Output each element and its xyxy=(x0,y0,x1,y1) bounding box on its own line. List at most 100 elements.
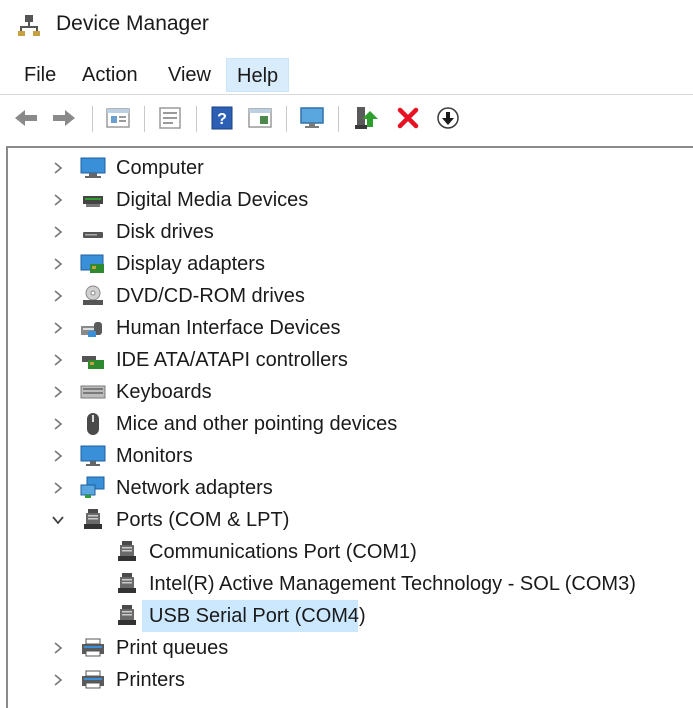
back-arrow-icon xyxy=(15,110,37,126)
tree-item-label: Disk drives xyxy=(116,221,214,243)
download-arrow-icon xyxy=(437,107,459,129)
tree-item-keyboards[interactable]: Keyboards xyxy=(8,376,693,408)
tree-item-ports[interactable]: Ports (COM & LPT) xyxy=(8,504,693,536)
title-bar: Device Manager xyxy=(0,0,693,54)
enable-device-icon xyxy=(355,107,378,129)
chevron-right-icon[interactable] xyxy=(50,672,66,688)
toolbar-separator xyxy=(286,106,287,132)
tree-item-display-adapters[interactable]: Display adapters xyxy=(8,248,693,280)
display-adapter-icon xyxy=(80,254,104,273)
tree-item-network-adapters[interactable]: Network adapters xyxy=(8,472,693,504)
update-driver-button[interactable] xyxy=(156,104,184,132)
network-adapter-icon xyxy=(80,476,105,498)
printer-icon xyxy=(82,670,104,689)
monitor-icon xyxy=(80,445,106,466)
monitor-scan-icon xyxy=(300,107,324,128)
tree-item-mice[interactable]: Mice and other pointing devices xyxy=(8,408,693,440)
tree-item-human-interface-devices[interactable]: Human Interface Devices xyxy=(8,312,693,344)
properties-icon xyxy=(106,108,130,128)
tree-item-label: Display adapters xyxy=(116,253,265,275)
toolbar-separator xyxy=(144,106,145,132)
dvd-drive-icon xyxy=(83,285,103,305)
tree-item-label: Computer xyxy=(116,157,204,179)
tree-item-disk-drives[interactable]: Disk drives xyxy=(8,216,693,248)
mouse-icon xyxy=(87,413,99,435)
forward-arrow-icon xyxy=(53,110,75,126)
menu-file[interactable]: File xyxy=(14,58,66,92)
tree-item-label: Ports (COM & LPT) xyxy=(116,509,290,531)
tree-item-label: Keyboards xyxy=(116,381,212,403)
chevron-right-icon[interactable] xyxy=(50,256,66,272)
menu-separator xyxy=(0,94,693,95)
menu-help[interactable]: Help xyxy=(226,58,290,92)
menu-action[interactable]: Action xyxy=(72,58,148,92)
tree-item-label: Printers xyxy=(116,669,185,691)
disk-drive-icon xyxy=(83,232,103,238)
ide-controller-icon xyxy=(82,356,104,369)
toolbar-separator xyxy=(196,106,197,132)
tree-item-usb-serial-port-com4[interactable]: USB Serial Port (COM4) xyxy=(8,600,693,632)
uninstall-x-icon xyxy=(397,107,419,129)
media-device-icon xyxy=(83,196,103,207)
chevron-down-icon[interactable] xyxy=(50,512,66,528)
forward-button[interactable] xyxy=(50,104,78,132)
tree-item-label: IDE ATA/ATAPI controllers xyxy=(116,349,348,371)
device-tree[interactable]: Computer Digital Media Devices Disk driv… xyxy=(6,146,693,708)
port-connector-icon xyxy=(84,509,102,529)
tree-item-print-queues[interactable]: Print queues xyxy=(8,632,693,664)
tree-item-label: Digital Media Devices xyxy=(116,189,309,211)
tree-item-communications-port-com1[interactable]: Communications Port (COM1) xyxy=(8,536,693,568)
tree-item-label: Network adapters xyxy=(116,477,273,499)
tree-item-digital-media-devices[interactable]: Digital Media Devices xyxy=(8,184,693,216)
serial-port-icon xyxy=(118,541,136,561)
action-pane-button[interactable] xyxy=(246,104,274,132)
toolbar-separator xyxy=(92,106,93,132)
tree-item-label: Monitors xyxy=(116,445,193,467)
keyboard-icon xyxy=(80,385,106,399)
serial-port-icon xyxy=(118,573,136,593)
tree-item-label: Print queues xyxy=(116,637,229,659)
disable-device-button[interactable] xyxy=(434,104,462,132)
chevron-right-icon[interactable] xyxy=(50,192,66,208)
chevron-right-icon[interactable] xyxy=(50,384,66,400)
print-queue-icon xyxy=(82,638,104,657)
toolbar-separator xyxy=(338,106,339,132)
device-manager-icon xyxy=(18,15,40,36)
window-title: Device Manager xyxy=(56,12,209,35)
tree-item-ide-controllers[interactable]: IDE ATA/ATAPI controllers xyxy=(8,344,693,376)
chevron-right-icon[interactable] xyxy=(50,640,66,656)
tree-item-label: Human Interface Devices xyxy=(116,317,341,339)
tree-item-intel-amt-sol-com3[interactable]: Intel(R) Active Management Technology - … xyxy=(8,568,693,600)
chevron-right-icon[interactable] xyxy=(50,224,66,240)
tree-item-printers[interactable]: Printers xyxy=(8,664,693,696)
driver-details-icon xyxy=(159,107,181,129)
tree-item-dvd-cd-rom-drives[interactable]: DVD/CD-ROM drives xyxy=(8,280,693,312)
svg-text:?: ? xyxy=(217,111,227,128)
tree-item-label: USB Serial Port (COM4) xyxy=(149,605,366,627)
tree-item-label: Intel(R) Active Management Technology - … xyxy=(149,573,636,595)
uninstall-device-button[interactable] xyxy=(394,104,422,132)
tree-item-label: DVD/CD-ROM drives xyxy=(116,285,305,307)
properties-button[interactable] xyxy=(104,104,132,132)
tree-item-label: Communications Port (COM1) xyxy=(149,541,417,563)
help-button[interactable]: ? xyxy=(208,104,236,132)
serial-port-icon xyxy=(118,605,136,625)
help-icon: ? xyxy=(211,106,233,130)
toolbar: ? xyxy=(0,96,693,142)
back-button[interactable] xyxy=(12,104,40,132)
hid-icon xyxy=(81,322,102,337)
chevron-right-icon[interactable] xyxy=(50,416,66,432)
chevron-right-icon[interactable] xyxy=(50,320,66,336)
computer-icon xyxy=(80,157,106,178)
tree-item-label: Mice and other pointing devices xyxy=(116,413,398,435)
menu-view[interactable]: View xyxy=(158,58,221,92)
chevron-right-icon[interactable] xyxy=(50,448,66,464)
enable-device-button[interactable] xyxy=(352,104,380,132)
tree-item-computer[interactable]: Computer xyxy=(8,152,693,184)
chevron-right-icon[interactable] xyxy=(50,352,66,368)
chevron-right-icon[interactable] xyxy=(50,288,66,304)
tree-item-monitors[interactable]: Monitors xyxy=(8,440,693,472)
scan-hardware-button[interactable] xyxy=(298,104,326,132)
chevron-right-icon[interactable] xyxy=(50,160,66,176)
chevron-right-icon[interactable] xyxy=(50,480,66,496)
